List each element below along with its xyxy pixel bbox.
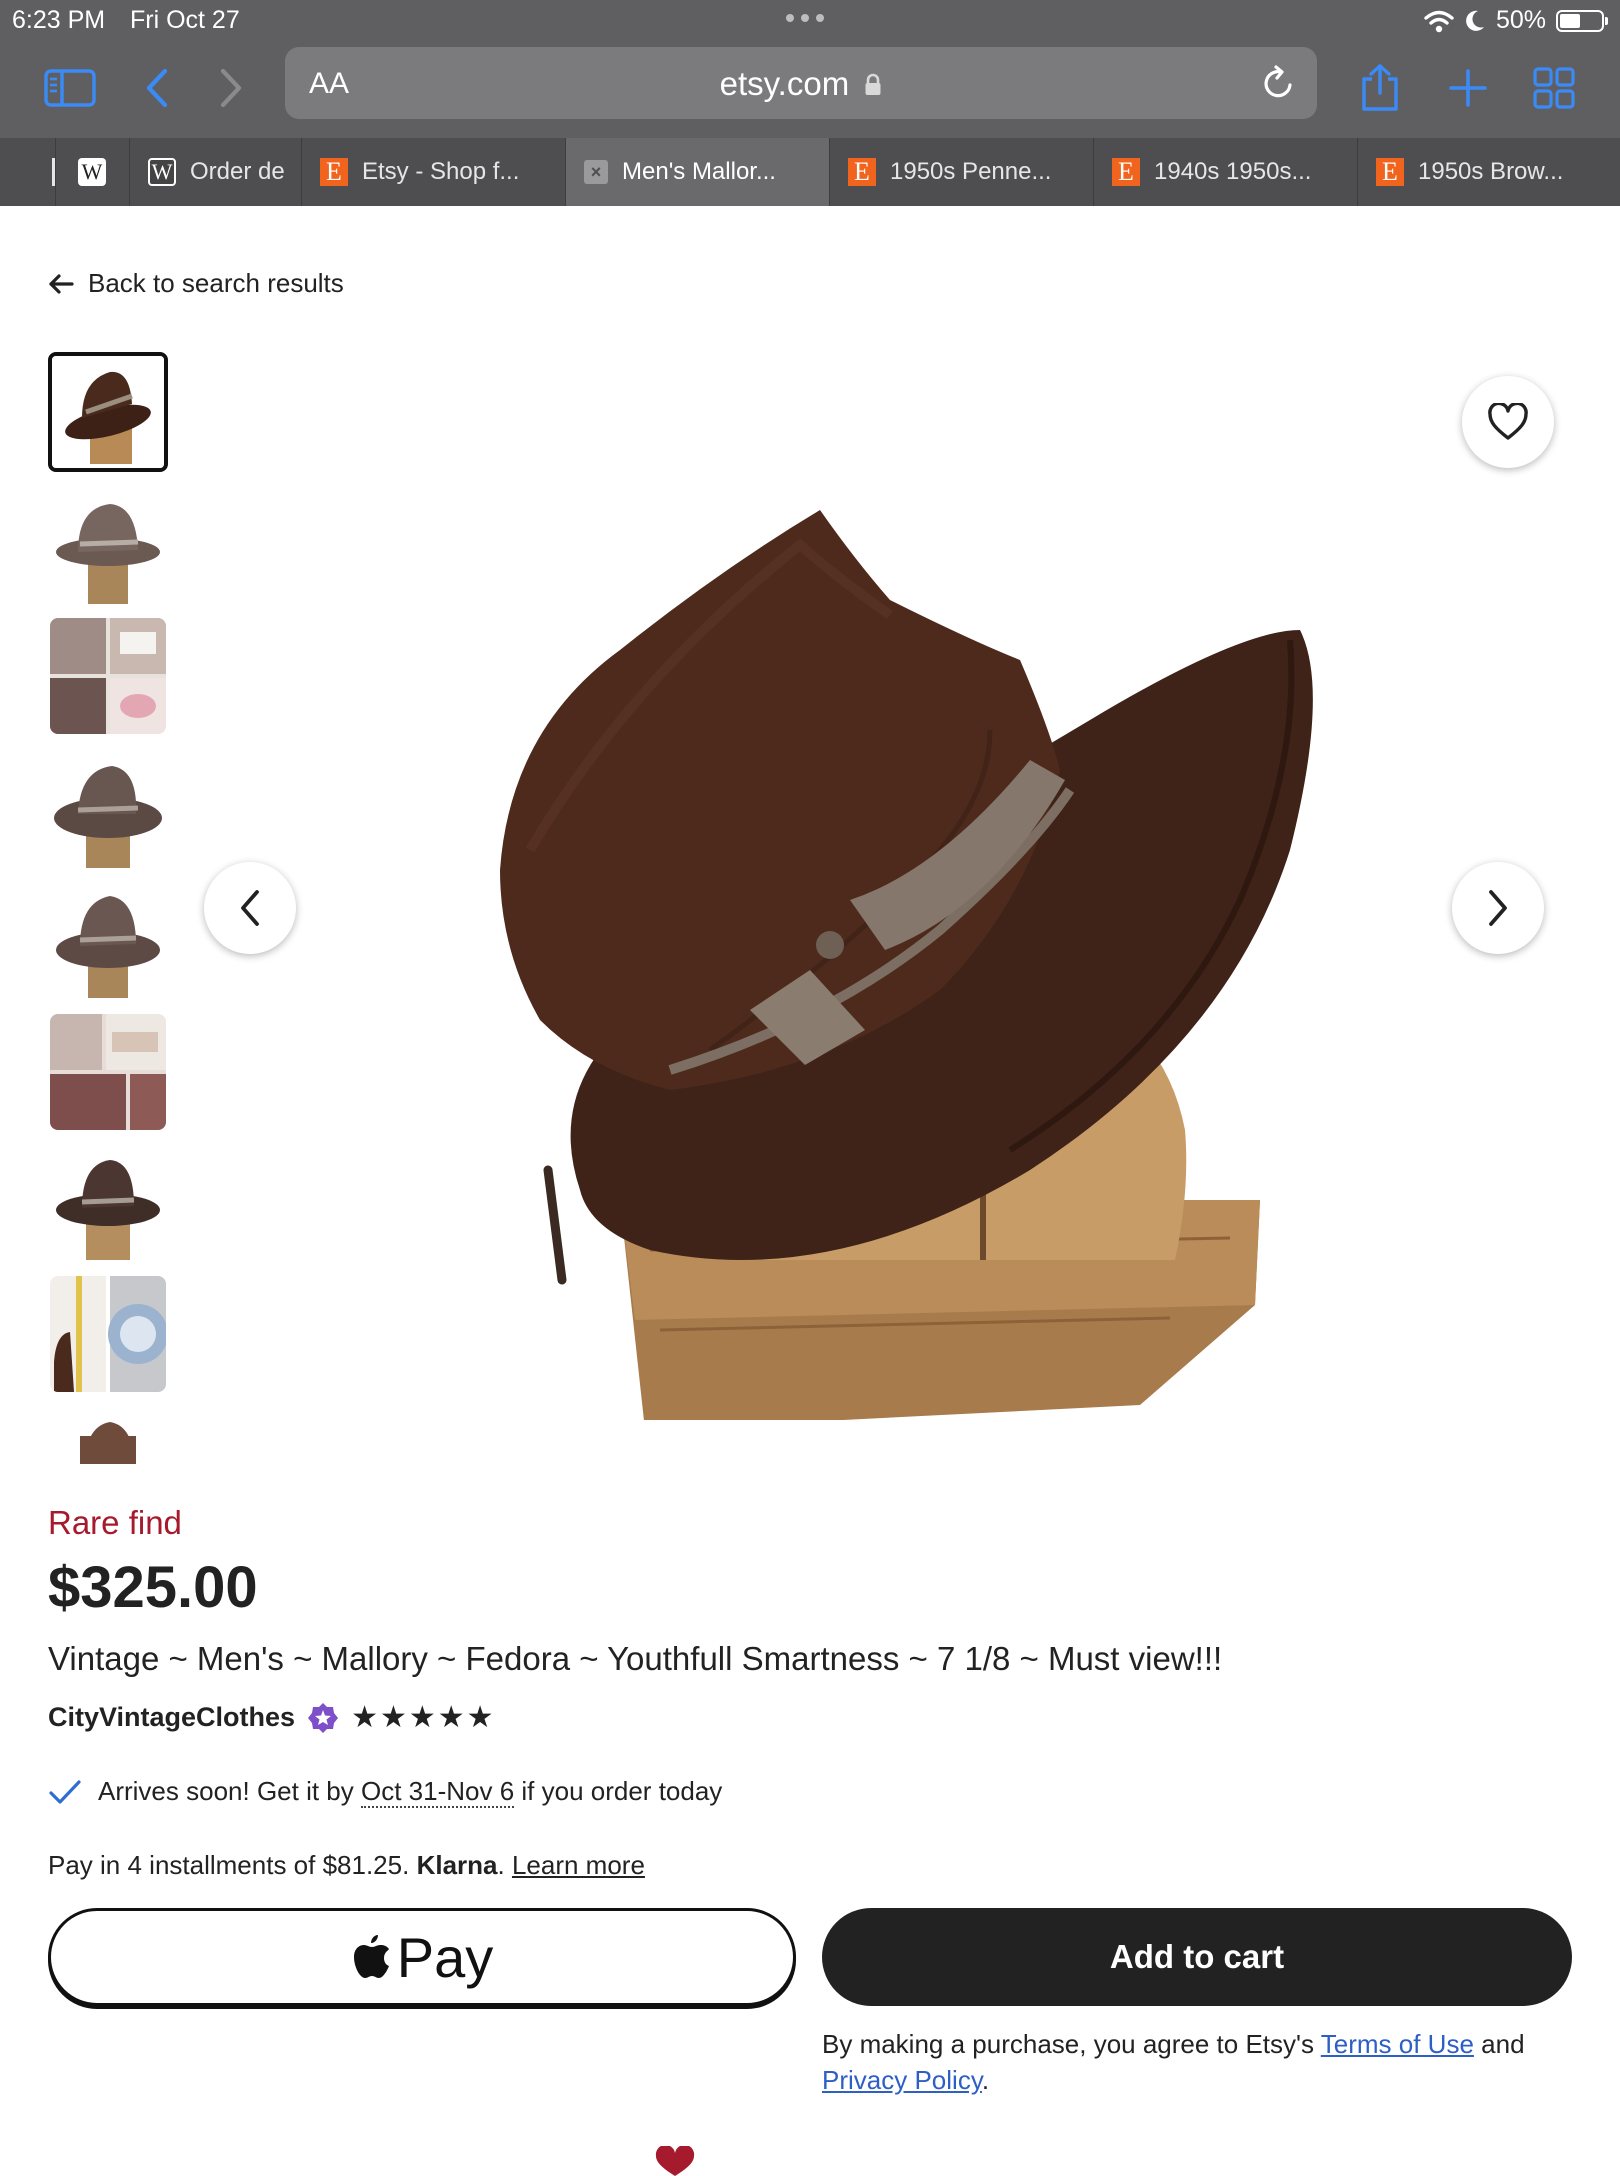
- delivery-dates[interactable]: Oct 31-Nov 6: [361, 1776, 515, 1808]
- thumbnail-8[interactable]: [50, 1276, 166, 1392]
- klarna-text: Pay in 4 installments of $81.25.: [48, 1850, 410, 1880]
- wikipedia-favicon-icon: W: [148, 158, 176, 186]
- legal-end: .: [981, 2065, 990, 2095]
- klarna-dot: .: [497, 1850, 505, 1880]
- status-time: 6:23 PM: [12, 6, 106, 34]
- delivery-estimate: Arrives soon! Get it by Oct 31-Nov 6 if …: [48, 1776, 723, 1808]
- tab-label: Men's Mallor...: [622, 158, 776, 185]
- tab-1950s-penney[interactable]: E 1950s Penne...: [830, 138, 1094, 206]
- status-indicators: 50%: [1424, 6, 1608, 35]
- reload-icon[interactable]: [1259, 63, 1297, 103]
- tab-mens-mallory[interactable]: × Men's Mallor...: [566, 138, 830, 206]
- moon-icon: [1466, 10, 1484, 31]
- product-title: Vintage ~ Men's ~ Mallory ~ Fedora ~ You…: [48, 1640, 1223, 1677]
- tab-wikipedia-pinned[interactable]: W: [56, 138, 130, 206]
- address-bar[interactable]: AA etsy.com: [285, 47, 1317, 119]
- tab-label: 1950s Penne...: [890, 158, 1052, 185]
- rare-find-label: Rare find: [48, 1504, 182, 1541]
- back-link-label: Back to search results: [88, 268, 344, 298]
- next-image-button[interactable]: [1452, 862, 1544, 954]
- tab-label: Etsy - Shop f...: [362, 158, 520, 185]
- status-date: Fri Oct 27: [130, 6, 240, 34]
- url-text: etsy.com: [719, 65, 850, 102]
- legal-prefix: By making a purchase, you agree to Etsy'…: [822, 2029, 1314, 2059]
- arrow-left-icon: [49, 273, 74, 294]
- browser-toolbar: AA etsy.com: [0, 40, 1620, 138]
- thumbnail-1[interactable]: [48, 352, 168, 472]
- apple-logo-icon: [353, 1935, 389, 1978]
- back-to-search-link[interactable]: Back to search results: [48, 268, 344, 299]
- rating-stars: ★★★★★: [351, 1701, 496, 1734]
- tab-label: 1950s Brow...: [1418, 158, 1564, 185]
- sidebar-toggle-icon[interactable]: [42, 60, 98, 116]
- klarna-installments: Pay in 4 installments of $81.25. Klarna.…: [48, 1850, 645, 1881]
- battery-percent: 50%: [1495, 6, 1546, 34]
- wifi-icon: [1424, 10, 1454, 32]
- status-bar: 6:23 PM Fri Oct 27 50%: [0, 0, 1620, 40]
- new-tab-icon[interactable]: [1440, 60, 1496, 116]
- tab-label: 1940s 1950s...: [1154, 158, 1312, 185]
- shop-name-link[interactable]: CityVintageClothes: [48, 1702, 295, 1733]
- url-display[interactable]: etsy.com: [285, 65, 1317, 103]
- fedora-hat-image: [500, 510, 1313, 1430]
- tab-overview-icon[interactable]: [1526, 60, 1582, 116]
- previous-image-button[interactable]: [204, 862, 296, 954]
- klarna-logo: Klarna: [416, 1850, 498, 1880]
- favorite-button[interactable]: [1462, 376, 1554, 468]
- shop-info: CityVintageClothes ★★★★★: [48, 1700, 496, 1735]
- chevron-left-icon: [241, 890, 259, 926]
- add-to-cart-button[interactable]: Add to cart: [822, 1908, 1572, 2006]
- thumbnail-2[interactable]: [50, 488, 166, 604]
- legal-and: and: [1481, 2029, 1525, 2059]
- back-nav-icon[interactable]: [128, 60, 184, 116]
- etsy-favicon-icon: E: [848, 158, 876, 186]
- product-price: $325.00: [48, 1555, 258, 1620]
- tab-1950s-brown[interactable]: E 1950s Brow...: [1358, 138, 1620, 206]
- heart-icon: [1488, 403, 1528, 440]
- privacy-policy-link[interactable]: Privacy Policy: [822, 2065, 982, 2095]
- thumbnail-3[interactable]: [50, 618, 166, 734]
- thumbnail-9[interactable]: [50, 1406, 166, 1464]
- product-main-image: [470, 430, 1350, 1430]
- thumbnail-6[interactable]: [50, 1014, 166, 1130]
- purchase-legal-text: By making a purchase, you agree to Etsy'…: [822, 2026, 1582, 2098]
- checkmark-icon: [49, 1779, 81, 1804]
- share-icon[interactable]: [1352, 60, 1408, 116]
- lock-icon: [865, 73, 881, 95]
- terms-of-use-link[interactable]: Terms of Use: [1321, 2029, 1474, 2059]
- thumbnail-7[interactable]: [50, 1144, 166, 1260]
- forward-nav-icon[interactable]: [204, 60, 260, 116]
- star-seller-badge-icon: [308, 1702, 339, 1733]
- chevron-right-icon: [1489, 890, 1507, 926]
- close-tab-icon[interactable]: ×: [584, 160, 608, 184]
- collection-heart-icon[interactable]: [650, 2146, 700, 2176]
- thumbnail-4[interactable]: [50, 752, 166, 868]
- tab-order-details[interactable]: W Order de: [130, 138, 302, 206]
- apple-pay-button[interactable]: Pay: [48, 1908, 796, 2006]
- multitasking-dots[interactable]: [786, 14, 824, 22]
- apple-pay-label: Pay: [396, 1925, 494, 1989]
- thumbnail-5[interactable]: [50, 882, 166, 998]
- tab-etsy-shop[interactable]: E Etsy - Shop f...: [302, 138, 566, 206]
- tab-edge[interactable]: [0, 138, 56, 206]
- delivery-suffix: if you order today: [521, 1776, 723, 1806]
- tab-bar: W W Order de E Etsy - Shop f... × Men's …: [0, 138, 1620, 206]
- delivery-prefix: Arrives soon! Get it by: [98, 1776, 354, 1806]
- thumbnail-strip: [48, 352, 172, 1464]
- battery-icon: [1556, 9, 1608, 32]
- etsy-favicon-icon: E: [1376, 158, 1404, 186]
- etsy-favicon-icon: E: [320, 158, 348, 186]
- tab-label: Order de: [190, 158, 285, 185]
- learn-more-link[interactable]: Learn more: [512, 1850, 645, 1880]
- tab-1940s-1950s[interactable]: E 1940s 1950s...: [1094, 138, 1358, 206]
- wikipedia-favicon-icon: W: [78, 158, 106, 186]
- etsy-favicon-icon: E: [1112, 158, 1140, 186]
